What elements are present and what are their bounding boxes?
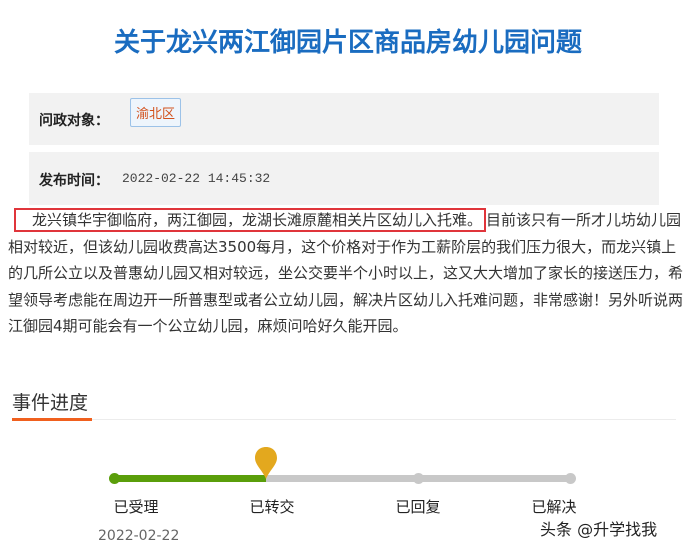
- highlighted-sentence: 龙兴镇华宇御临府，两江御园，龙湖长滩原麓相关片区幼儿入托难。: [14, 208, 487, 232]
- time-label: 发布时间：: [39, 173, 109, 189]
- target-tag[interactable]: 渝北区: [130, 98, 182, 127]
- target-row: 问政对象： 渝北区: [29, 93, 659, 145]
- publish-time: 2022-02-22 14:45:32: [122, 171, 271, 186]
- content-paragraph: 龙兴镇华宇御临府，两江御园，龙湖长滩原麓相关片区幼儿入托难。 目前该只有一所才儿坊…: [8, 207, 684, 340]
- step-dot-3: [413, 473, 424, 484]
- page: 关于龙兴两江御园片区商品房幼儿园问题 问政对象： 渝北区 发布时间： 2022-…: [0, 0, 696, 551]
- step-label-2: 已转交: [249, 498, 295, 516]
- step-dot-1: [109, 473, 120, 484]
- page-title: 关于龙兴两江御园片区商品房幼儿园问题: [113, 28, 582, 58]
- step-label-3: 已回复: [395, 498, 441, 516]
- section-underline: [12, 418, 92, 421]
- section-title: 事件进度: [12, 392, 89, 414]
- target-label: 问政对象：: [39, 113, 109, 129]
- step-dot-4: [565, 473, 576, 484]
- section-divider: [12, 419, 676, 420]
- watermark: 头条 @升学找我: [540, 520, 658, 539]
- step-label-4: 已解决: [531, 498, 577, 516]
- current-step-pin-icon: [255, 447, 277, 479]
- progress-done: [114, 475, 267, 482]
- step-date-1: 2022-02-22: [98, 528, 180, 544]
- time-row: 发布时间： 2022-02-22 14:45:32: [29, 152, 659, 205]
- step-label-1: 已受理: [113, 498, 159, 516]
